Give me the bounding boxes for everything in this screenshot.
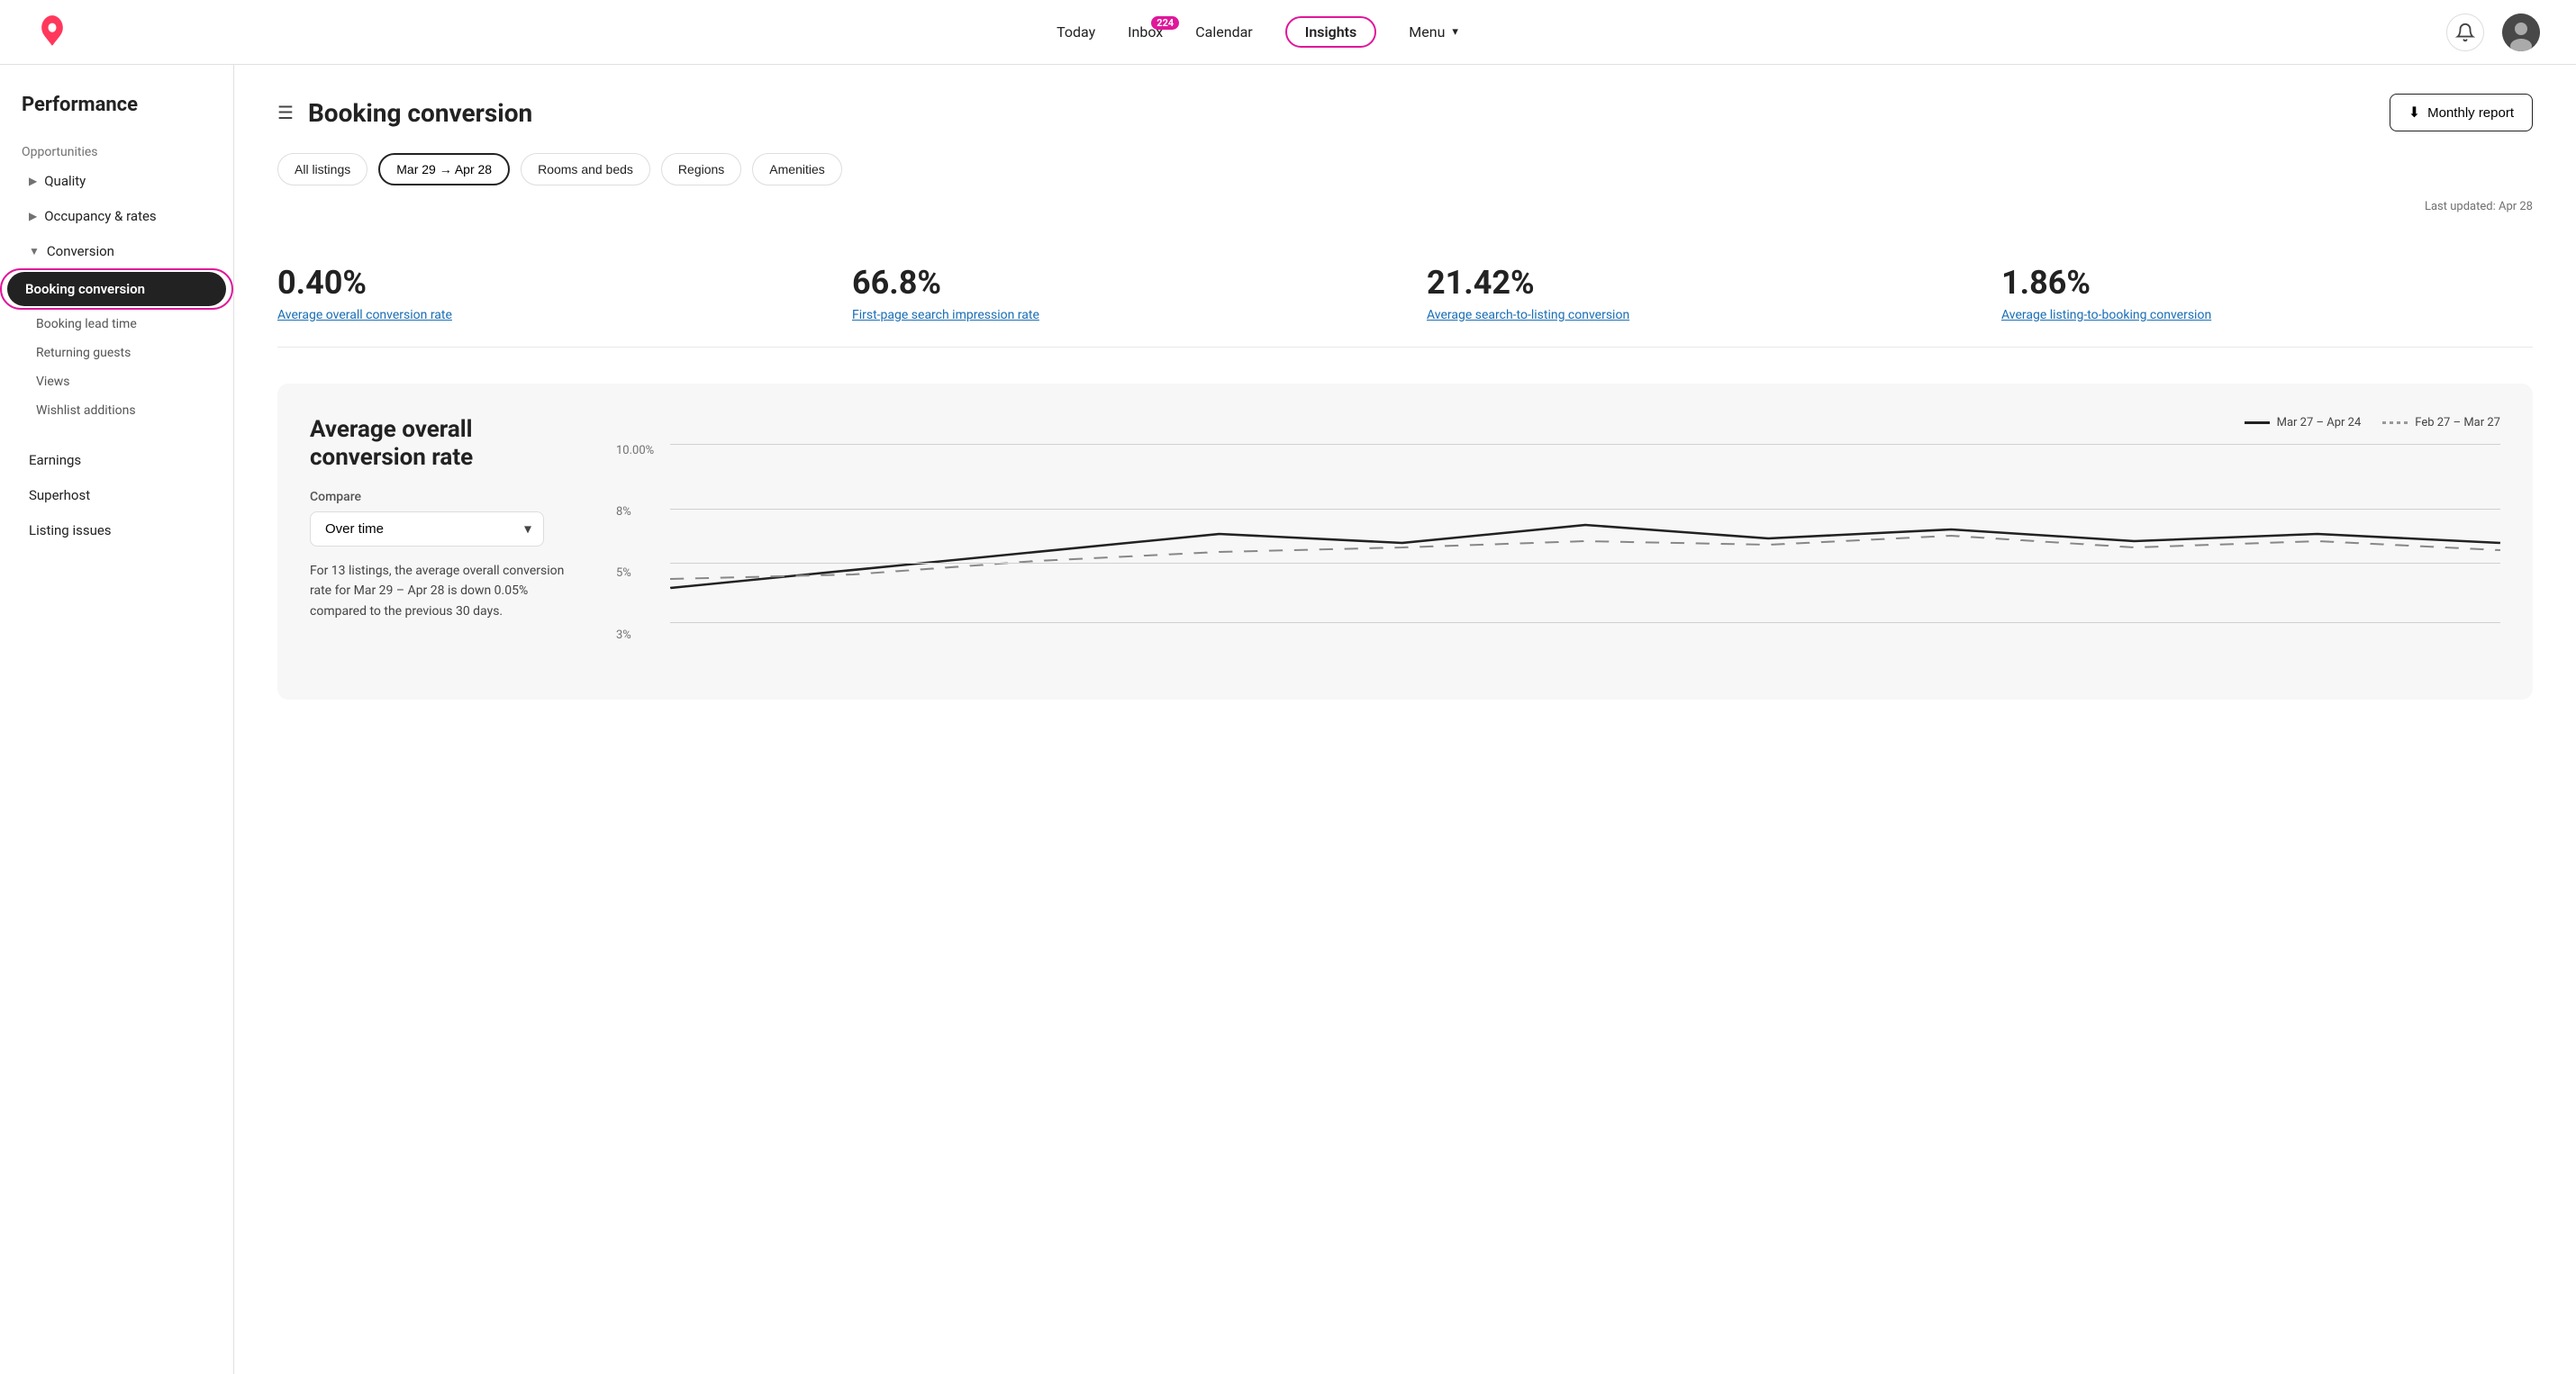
filter-amenities[interactable]: Amenities <box>752 153 841 185</box>
conversion-arrow-icon: ▼ <box>29 245 40 258</box>
page-title: Booking conversion <box>308 98 532 128</box>
chart-header: Average overall conversion rate Compare … <box>310 416 2500 642</box>
top-navigation: Today Inbox 224 Calendar Insights Menu ▾ <box>0 0 2576 65</box>
y-axis-labels: 10.00% 8% 5% 3% <box>616 444 666 642</box>
metric-value-0: 0.40% <box>277 264 809 302</box>
sidebar: Performance Opportunities ▶ Quality ▶ Oc… <box>0 65 234 1374</box>
nav-menu[interactable]: Menu ▾ <box>1409 23 1458 41</box>
nav-inbox[interactable]: Inbox 224 <box>1128 23 1163 41</box>
chart-title: Average overall conversion rate <box>310 416 580 472</box>
sidebar-item-conversion[interactable]: ▼ Conversion <box>7 234 226 268</box>
monthly-report-button[interactable]: ⬇ Monthly report <box>2390 94 2533 131</box>
sidebar-item-views[interactable]: Views <box>0 367 233 396</box>
sidebar-title: Performance <box>0 94 233 138</box>
chart-legend: Mar 27 – Apr 24 Feb 27 – Mar 27 <box>616 416 2500 429</box>
nav-insights[interactable]: Insights <box>1285 16 1377 48</box>
filter-regions[interactable]: Regions <box>661 153 741 185</box>
chart-section: Average overall conversion rate Compare … <box>277 384 2533 700</box>
quality-arrow-icon: ▶ <box>29 175 37 187</box>
filter-row: All listings Mar 29 → Apr 28 Rooms and b… <box>277 153 2533 185</box>
metric-overall-conversion: 0.40% Average overall conversion rate <box>277 264 809 325</box>
metric-value-1: 66.8% <box>852 264 1383 302</box>
page-header: ☰ Booking conversion ⬇ Monthly report <box>277 94 2533 131</box>
y-label-1: 8% <box>616 505 666 519</box>
airbnb-logo[interactable] <box>36 14 68 50</box>
y-label-2: 5% <box>616 566 666 580</box>
grid-line-0 <box>670 444 2500 445</box>
nav-right <box>2446 14 2540 51</box>
filter-date-range[interactable]: Mar 29 → Apr 28 <box>378 153 510 185</box>
chart-svg <box>670 444 2500 642</box>
chart-area: 10.00% 8% 5% 3% <box>616 444 2500 642</box>
metric-label-0[interactable]: Average overall conversion rate <box>277 307 809 325</box>
compare-select[interactable]: Over time By listing By region <box>310 511 544 547</box>
sidebar-item-occupancy[interactable]: ▶ Occupancy & rates <box>7 199 226 233</box>
sidebar-item-earnings[interactable]: Earnings <box>7 443 226 477</box>
sidebar-item-listing-issues[interactable]: Listing issues <box>7 513 226 547</box>
legend-item-current: Mar 27 – Apr 24 <box>2245 416 2362 429</box>
notifications-button[interactable] <box>2446 14 2484 51</box>
occupancy-arrow-icon: ▶ <box>29 210 37 222</box>
metric-search-to-listing: 21.42% Average search-to-listing convers… <box>1427 264 1958 325</box>
grid-line-3 <box>670 622 2500 623</box>
main-content: ☰ Booking conversion ⬇ Monthly report Al… <box>234 65 2576 1374</box>
sidebar-opportunities[interactable]: Opportunities <box>0 138 233 163</box>
metric-label-1[interactable]: First-page search impression rate <box>852 307 1383 325</box>
nav-items: Today Inbox 224 Calendar Insights Menu ▾ <box>1057 16 1458 48</box>
compare-label: Compare <box>310 490 580 504</box>
download-icon: ⬇ <box>2408 104 2420 122</box>
metric-listing-to-booking: 1.86% Average listing-to-booking convers… <box>2001 264 2533 325</box>
metric-first-page-impression: 66.8% First-page search impression rate <box>852 264 1383 325</box>
legend-line-dashed <box>2382 421 2408 424</box>
sidebar-item-quality[interactable]: ▶ Quality <box>7 164 226 198</box>
legend-item-previous: Feb 27 – Mar 27 <box>2382 416 2500 429</box>
legend-line-solid <box>2245 421 2270 424</box>
legend-label-previous: Feb 27 – Mar 27 <box>2415 416 2500 429</box>
hamburger-icon[interactable]: ☰ <box>277 102 294 123</box>
metric-value-2: 21.42% <box>1427 264 1958 302</box>
sidebar-item-superhost[interactable]: Superhost <box>7 478 226 512</box>
sidebar-item-returning-guests[interactable]: Returning guests <box>0 339 233 367</box>
inbox-badge: 224 <box>1151 16 1179 30</box>
last-updated-label: Last updated: Apr 28 <box>277 200 2533 213</box>
user-avatar[interactable] <box>2502 14 2540 51</box>
metric-label-3[interactable]: Average listing-to-booking conversion <box>2001 307 2533 325</box>
filter-rooms-and-beds[interactable]: Rooms and beds <box>521 153 650 185</box>
metric-label-2[interactable]: Average search-to-listing conversion <box>1427 307 1958 325</box>
sidebar-item-booking-lead-time[interactable]: Booking lead time <box>0 310 233 339</box>
sidebar-item-booking-conversion[interactable]: Booking conversion <box>7 272 226 306</box>
legend-label-current: Mar 27 – Apr 24 <box>2277 416 2362 429</box>
nav-calendar[interactable]: Calendar <box>1195 23 1252 41</box>
sidebar-item-wishlist-additions[interactable]: Wishlist additions <box>0 396 233 425</box>
page-layout: Performance Opportunities ▶ Quality ▶ Oc… <box>0 65 2576 1374</box>
metrics-row: 0.40% Average overall conversion rate 66… <box>277 242 2533 348</box>
y-label-3: 3% <box>616 628 666 642</box>
filter-all-listings[interactable]: All listings <box>277 153 367 185</box>
chart-plot <box>670 444 2500 642</box>
grid-line-1 <box>670 509 2500 510</box>
compare-select-wrapper: Over time By listing By region <box>310 511 544 547</box>
nav-today[interactable]: Today <box>1057 23 1095 41</box>
chart-description: For 13 listings, the average overall con… <box>310 561 580 621</box>
y-label-0: 10.00% <box>616 444 666 457</box>
grid-line-2 <box>670 563 2500 564</box>
metric-value-3: 1.86% <box>2001 264 2533 302</box>
